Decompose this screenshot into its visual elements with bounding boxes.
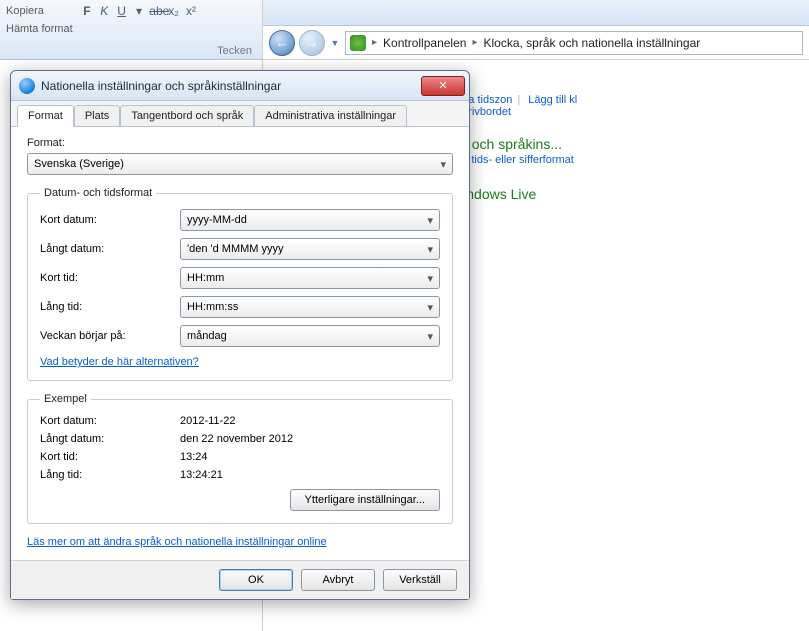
select-short-date[interactable]: yyyy-MM-dd [180, 209, 440, 231]
ex-long-time: 13:24:21 [180, 469, 223, 481]
dialog-footer: OK Avbryt Verkställ [11, 560, 469, 599]
tab-administrative[interactable]: Administrativa inställningar [254, 105, 407, 126]
tab-format[interactable]: Format [17, 105, 74, 127]
explorer-titlebar [263, 0, 809, 26]
breadcrumb-cp[interactable]: Kontrollpanelen [383, 36, 466, 50]
nav-forward-button[interactable]: → [299, 30, 325, 56]
format-select[interactable]: Svenska (Sverige) [27, 153, 453, 175]
select-long-date[interactable]: 'den 'd MMMM yyyy [180, 238, 440, 260]
example-group: Exempel Kort datum:2012-11-22 Långt datu… [27, 393, 453, 524]
select-short-time[interactable]: HH:mm [180, 267, 440, 289]
select-long-time[interactable]: HH:mm:ss [180, 296, 440, 318]
ex-long-date: den 22 november 2012 [180, 433, 293, 445]
example-legend: Exempel [40, 393, 91, 405]
dialog-titlebar[interactable]: Nationella inställningar och språkinstäl… [11, 71, 469, 101]
format-label: Format: [27, 137, 453, 149]
apply-button[interactable]: Verkställ [383, 569, 457, 591]
label-week-start: Veckan börjar på: [40, 330, 180, 342]
dialog-tabs: Format Plats Tangentbord och språk Admin… [11, 101, 469, 127]
label-short-time: Kort tid: [40, 272, 180, 284]
ok-button[interactable]: OK [219, 569, 293, 591]
tab-location[interactable]: Plats [74, 105, 120, 126]
region-dialog: Nationella inställningar och språkinstäl… [10, 70, 470, 600]
ex-short-time: 13:24 [180, 451, 208, 463]
link-add-clock[interactable]: Lägg till kl [528, 94, 577, 106]
close-button[interactable]: ✕ [421, 76, 465, 96]
ribbon-background: Kopiera F K U ▾ abe x₂ x² Hämta format T… [0, 0, 262, 60]
label-short-date: Kort datum: [40, 214, 180, 226]
address-bar[interactable]: ▸ Kontrollpanelen ▸ Klocka, språk och na… [345, 31, 803, 55]
label-long-time: Lång tid: [40, 301, 180, 313]
learn-more-link[interactable]: Läs mer om att ändra språk och nationell… [27, 536, 327, 548]
ribbon-getformat[interactable]: Hämta format [6, 23, 73, 35]
control-panel-icon [350, 35, 366, 51]
label-long-date: Långt datum: [40, 243, 180, 255]
ribbon-copy[interactable]: Kopiera [6, 5, 44, 17]
nav-history-dropdown[interactable]: ▼ [329, 30, 341, 56]
what-do-these-mean-link[interactable]: Vad betyder de här alternativen? [40, 356, 199, 368]
cancel-button[interactable]: Avbryt [301, 569, 375, 591]
select-week-start[interactable]: måndag [180, 325, 440, 347]
dialog-title: Nationella inställningar och språkinstäl… [41, 79, 415, 93]
breadcrumb-clock[interactable]: Klocka, språk och nationella inställning… [483, 36, 700, 50]
ex-short-date: 2012-11-22 [180, 415, 235, 427]
tab-keyboards[interactable]: Tangentbord och språk [120, 105, 254, 126]
datetime-format-group: Datum- och tidsformat Kort datum: yyyy-M… [27, 187, 453, 381]
datetime-format-legend: Datum- och tidsformat [40, 187, 156, 199]
nav-back-button[interactable]: ← [269, 30, 295, 56]
additional-settings-button[interactable]: Ytterligare inställningar... [290, 489, 440, 511]
ribbon-section: Tecken [217, 45, 252, 57]
globe-icon-small [19, 78, 35, 94]
explorer-address-area: ← → ▼ ▸ Kontrollpanelen ▸ Klocka, språk … [263, 26, 809, 60]
